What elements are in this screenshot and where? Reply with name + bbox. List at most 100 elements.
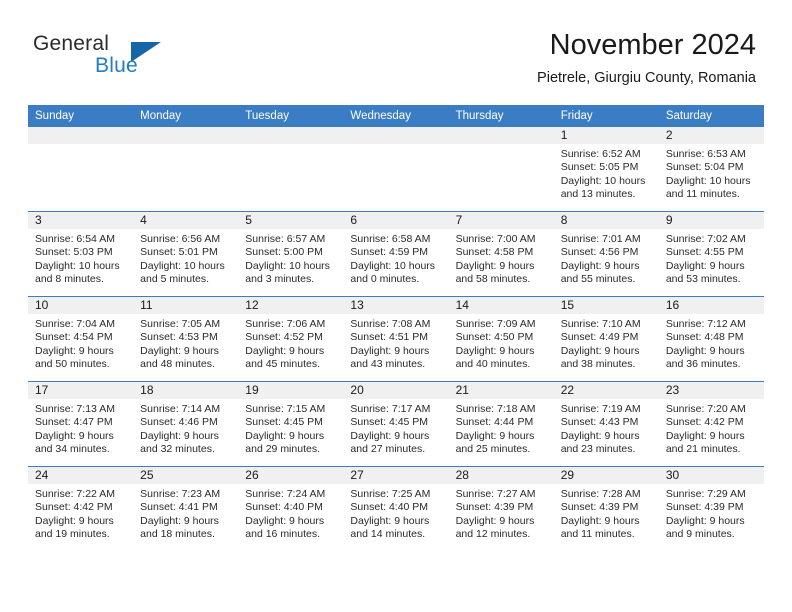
day-number: 19 [238,382,344,399]
calendar-day-cell-empty [343,127,449,212]
sunrise-time: Sunrise: 7:08 AM [350,318,431,330]
day-number: 3 [28,212,134,229]
daylight-duration-line2: and 8 minutes. [35,273,104,286]
calendar-day-cell[interactable]: 11 Sunrise: 7:05 AM Sunset: 4:53 PM Dayligh… [133,296,239,382]
daylight-duration-line1: Daylight: 9 hours [35,514,114,527]
sunrise-time: Sunrise: 7:15 AM [245,403,326,415]
daylight-duration-line2: and 9 minutes. [665,528,735,541]
sunset-time: Sunset: 4:51 PM [350,331,429,344]
calendar-day-cell[interactable]: 9 Sunrise: 7:02 AM Sunset: 4:55 PM Daylight… [658,211,764,297]
day-number: 21 [448,382,554,399]
calendar-day-cell[interactable]: 27 Sunrise: 7:25 AM Sunset: 4:40 PM Dayligh… [343,466,449,551]
daylight-duration-line2: and 14 minutes. [350,528,426,541]
sunset-time: Sunset: 4:45 PM [350,416,429,429]
daylight-duration-line2: and 29 minutes. [245,443,320,456]
calendar-day-cell[interactable]: 15 Sunrise: 7:10 AM Sunset: 4:49 PM Dayligh… [553,296,659,382]
sunset-time: Sunset: 4:46 PM [140,416,218,429]
calendar-day-cell[interactable]: 21 Sunrise: 7:18 AM Sunset: 4:44 PM Dayligh… [448,381,554,467]
daylight-duration-line2: and 11 minutes. [560,528,635,541]
daylight-duration-line1: Daylight: 10 hours [665,174,751,187]
day-details: Sunrise: 7:14 AM Sunset: 4:46 PM Daylight:… [133,399,238,457]
calendar-day-cell[interactable]: 30 Sunrise: 7:29 AM Sunset: 4:39 PM Dayligh… [658,466,764,551]
sunrise-time: Sunrise: 7:05 AM [140,318,221,330]
daylight-duration-line1: Daylight: 10 hours [245,259,330,272]
daylight-duration-line2: and 21 minutes. [665,443,741,456]
brand-name-blue: Blue [95,54,138,77]
sunset-time: Sunset: 4:50 PM [455,331,534,344]
calendar-day-cell[interactable]: 14 Sunrise: 7:09 AM Sunset: 4:50 PM Dayligh… [448,296,554,382]
calendar-day-cell[interactable]: 16 Sunrise: 7:12 AM Sunset: 4:48 PM Dayligh… [658,296,764,382]
sunset-time: Sunset: 4:39 PM [560,501,639,514]
sunset-time: Sunset: 4:40 PM [245,501,323,514]
sunrise-time: Sunrise: 7:13 AM [35,403,115,415]
day-details: Sunrise: 7:01 AM Sunset: 4:56 PM Daylight:… [554,229,659,287]
daylight-duration-line2: and 23 minutes. [560,443,636,456]
day-number: 11 [133,297,239,314]
sunrise-time: Sunrise: 6:53 AM [665,148,746,160]
calendar-day-cell[interactable]: 29 Sunrise: 7:28 AM Sunset: 4:39 PM Dayligh… [553,466,659,551]
daylight-duration-line2: and 11 minutes. [665,188,740,201]
daylight-duration-line1: Daylight: 10 hours [560,174,646,187]
daylight-duration-line1: Daylight: 9 hours [35,344,114,357]
brand-logo[interactable]: General Blue [33,32,233,90]
calendar-day-cell[interactable]: 26 Sunrise: 7:24 AM Sunset: 4:40 PM Dayligh… [238,466,344,551]
day-details: Sunrise: 6:53 AM Sunset: 5:04 PM Daylight:… [659,144,764,202]
calendar-day-cell-empty [133,127,239,212]
calendar-day-cell[interactable]: 19 Sunrise: 7:15 AM Sunset: 4:45 PM Dayligh… [238,381,344,467]
title-block: November 2024 Pietrele, Giurgiu County, … [537,28,756,87]
calendar-day-cell[interactable]: 10 Sunrise: 7:04 AM Sunset: 4:54 PM Dayligh… [28,296,134,382]
calendar-day-cell[interactable]: 18 Sunrise: 7:14 AM Sunset: 4:46 PM Dayligh… [133,381,239,467]
calendar-day-cell[interactable]: 1 Sunrise: 6:52 AM Sunset: 5:05 PM Daylight… [553,127,659,212]
day-number: 9 [658,212,764,229]
daylight-duration-line2: and 25 minutes. [455,443,531,456]
sunrise-time: Sunrise: 6:57 AM [245,233,326,245]
calendar-day-cell[interactable]: 22 Sunrise: 7:19 AM Sunset: 4:43 PM Dayligh… [553,381,659,467]
day-number [28,127,134,144]
calendar-day-cell[interactable]: 5 Sunrise: 6:57 AM Sunset: 5:00 PM Daylight… [238,211,344,297]
calendar-day-cell[interactable]: 24 Sunrise: 7:22 AM Sunset: 4:42 PM Dayligh… [28,466,134,551]
sunset-time: Sunset: 4:49 PM [560,331,639,344]
weekday-header-saturday: Saturday [658,105,764,127]
calendar-day-cell[interactable]: 28 Sunrise: 7:27 AM Sunset: 4:39 PM Dayligh… [448,466,554,551]
sunrise-time: Sunrise: 7:25 AM [350,488,431,500]
daylight-duration-line2: and 55 minutes. [560,273,636,286]
calendar-day-cell[interactable]: 25 Sunrise: 7:23 AM Sunset: 4:41 PM Dayligh… [133,466,239,551]
sunset-time: Sunset: 4:54 PM [35,331,113,344]
day-number: 1 [553,127,659,144]
sunrise-time: Sunrise: 7:19 AM [560,403,641,415]
calendar-week-row: 10 Sunrise: 7:04 AM Sunset: 4:54 PM Dayligh… [28,296,764,382]
day-number: 2 [658,127,764,144]
calendar-day-cell[interactable]: 23 Sunrise: 7:20 AM Sunset: 4:42 PM Dayligh… [658,381,764,467]
calendar-day-cell[interactable]: 8 Sunrise: 7:01 AM Sunset: 4:56 PM Daylight… [553,211,659,297]
calendar-day-cell[interactable]: 7 Sunrise: 7:00 AM Sunset: 4:58 PM Daylight… [448,211,554,297]
calendar-day-cell[interactable]: 20 Sunrise: 7:17 AM Sunset: 4:45 PM Dayligh… [343,381,449,467]
calendar-day-cell[interactable]: 17 Sunrise: 7:13 AM Sunset: 4:47 PM Dayligh… [28,381,134,467]
daylight-duration-line2: and 19 minutes. [35,528,110,541]
calendar-day-cell-empty [238,127,344,212]
sunrise-time: Sunrise: 7:20 AM [665,403,746,415]
weekday-header-tuesday: Tuesday [238,105,344,127]
daylight-duration-line1: Daylight: 9 hours [560,429,640,442]
calendar-day-cell[interactable]: 6 Sunrise: 6:58 AM Sunset: 4:59 PM Daylight… [343,211,449,297]
daylight-duration-line2: and 36 minutes. [665,358,741,371]
sunrise-time: Sunrise: 6:58 AM [350,233,431,245]
day-details: Sunrise: 7:06 AM Sunset: 4:52 PM Daylight:… [238,314,343,372]
day-number: 4 [133,212,239,229]
day-details: Sunrise: 6:57 AM Sunset: 5:00 PM Daylight:… [238,229,343,287]
calendar-day-cell[interactable]: 3 Sunrise: 6:54 AM Sunset: 5:03 PM Daylight… [28,211,134,297]
page-subtitle: Pietrele, Giurgiu County, Romania [537,70,756,86]
calendar-day-cell[interactable]: 13 Sunrise: 7:08 AM Sunset: 4:51 PM Dayligh… [343,296,449,382]
sunrise-time: Sunrise: 6:54 AM [35,233,115,245]
sunset-time: Sunset: 4:53 PM [140,331,218,344]
calendar-day-cell[interactable]: 4 Sunrise: 6:56 AM Sunset: 5:01 PM Daylight… [133,211,239,297]
daylight-duration-line2: and 53 minutes. [665,273,741,286]
sunrise-time: Sunrise: 7:01 AM [560,233,641,245]
calendar-day-cell[interactable]: 2 Sunrise: 6:53 AM Sunset: 5:04 PM Daylight… [658,127,764,212]
sunset-time: Sunset: 5:00 PM [245,246,323,259]
day-number: 12 [238,297,344,314]
weekday-header-row: Sunday Monday Tuesday Wednesday Thursday… [28,105,764,127]
sunset-time: Sunset: 4:45 PM [245,416,323,429]
daylight-duration-line2: and 5 minutes. [140,273,210,286]
calendar-day-cell[interactable]: 12 Sunrise: 7:06 AM Sunset: 4:52 PM Dayligh… [238,296,344,382]
daylight-duration-line2: and 27 minutes. [350,443,426,456]
